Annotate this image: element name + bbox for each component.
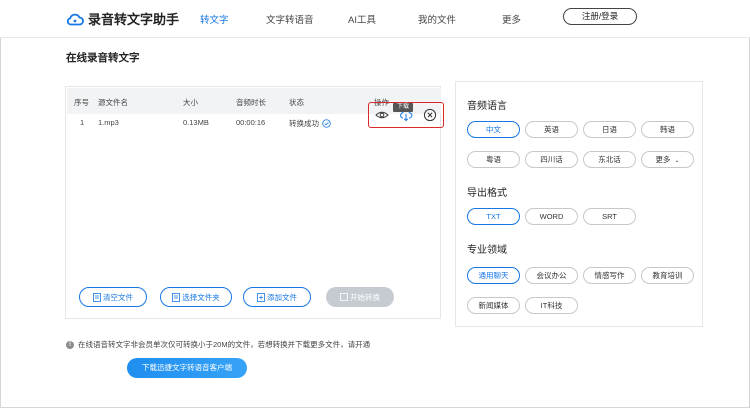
top-header: 录音转文字助手 转文字 文字转语音 AI工具 我的文件 更多 注册/登录	[0, 0, 750, 38]
format-chip-srt[interactable]: SRT	[583, 208, 636, 225]
choose-folder-button[interactable]: 选择文件夹	[160, 287, 232, 307]
page-title: 在线录音转文字	[66, 52, 140, 64]
col-filename: 源文件名	[98, 98, 128, 107]
login-button[interactable]: 注册/登录	[563, 8, 637, 25]
member-notice-text: 在线语音转文字非会员单次仅可转换小于20M的文件，若想转换并下载更多文件，请开通	[78, 340, 371, 349]
app-name: 录音转文字助手	[88, 12, 180, 27]
start-convert-label: 开始转换	[350, 292, 380, 302]
lang-chip-chinese[interactable]: 中文	[467, 121, 520, 138]
add-file-label: 添加文件	[267, 292, 297, 302]
row-status-text: 转换成功	[289, 119, 319, 128]
nav-my-files[interactable]: 我的文件	[418, 12, 456, 26]
domain-title: 专业领域	[467, 245, 507, 256]
lang-chip-sichuan[interactable]: 四川话	[525, 151, 578, 168]
chevron-down-icon: ⌄	[674, 158, 680, 164]
convert-icon	[340, 293, 348, 301]
format-chip-word[interactable]: WORD	[525, 208, 578, 225]
folder-icon	[172, 292, 181, 302]
close-circle-icon[interactable]	[423, 108, 437, 122]
file-list-panel: 序号 源文件名 大小 音频时长 状态 操作 1 1.mp3 0.13MB 00:…	[65, 86, 444, 319]
col-duration: 音频时长	[236, 98, 266, 107]
check-circle-icon	[322, 119, 331, 128]
lang-chip-english[interactable]: 英语	[525, 121, 578, 138]
domain-chip-writing[interactable]: 情感写作	[583, 267, 636, 284]
export-format-title: 导出格式	[467, 188, 507, 199]
row-filename: 1.mp3	[98, 118, 119, 127]
nav-ai-tools[interactable]: AI工具	[348, 12, 376, 26]
nav-convert-text[interactable]: 转文字	[200, 12, 229, 26]
add-file-icon	[257, 292, 265, 302]
col-status: 状态	[289, 98, 304, 107]
lang-chip-cantonese[interactable]: 粤语	[467, 151, 520, 168]
download-client-button[interactable]: 下载迅捷文字转语音客户端	[127, 358, 247, 378]
lang-more-label: 更多	[655, 155, 671, 164]
eye-icon[interactable]	[375, 108, 389, 122]
clear-file-icon	[93, 292, 101, 302]
row-status: 转换成功	[289, 118, 331, 129]
domain-chip-education[interactable]: 教育培训	[641, 267, 694, 284]
nav-more[interactable]: 更多	[502, 12, 521, 26]
row-size: 0.13MB	[183, 118, 209, 127]
start-convert-button[interactable]: 开始转换	[326, 287, 394, 307]
download-tooltip: 下载	[393, 103, 413, 112]
domain-chip-it[interactable]: IT科技	[525, 297, 578, 314]
lang-chip-dongbei[interactable]: 东北话	[583, 151, 636, 168]
col-size: 大小	[183, 98, 198, 107]
domain-chip-meeting[interactable]: 会议办公	[525, 267, 578, 284]
member-notice: ! 在线语音转文字非会员单次仅可转换小于20M的文件，若想转换并下载更多文件，请…	[66, 339, 370, 350]
col-index: 序号	[74, 98, 89, 107]
info-icon: !	[66, 340, 74, 349]
lang-chip-korean[interactable]: 韩语	[641, 121, 694, 138]
settings-panel: 音频语言 中文 英语 日语 韩语 粤语 四川话 东北话 更多 ⌄ 导出格式 TX…	[455, 81, 703, 327]
audio-language-title: 音频语言	[467, 101, 507, 112]
lang-chip-japanese[interactable]: 日语	[583, 121, 636, 138]
clear-files-label: 清空文件	[103, 292, 133, 302]
choose-folder-label: 选择文件夹	[182, 292, 220, 302]
domain-chip-chat[interactable]: 通用聊天	[467, 267, 520, 284]
row-duration: 00:00:16	[236, 118, 266, 127]
app-logo[interactable]: 录音转文字助手	[66, 9, 179, 28]
nav-text-to-speech[interactable]: 文字转语音	[266, 12, 314, 26]
add-file-button[interactable]: 添加文件	[243, 287, 311, 307]
clear-files-button[interactable]: 清空文件	[79, 287, 147, 307]
row-index: 1	[80, 118, 85, 127]
format-chip-txt[interactable]: TXT	[467, 208, 520, 225]
domain-chip-news[interactable]: 新闻媒体	[467, 297, 520, 314]
cloud-logo-icon	[66, 13, 84, 25]
lang-chip-more[interactable]: 更多 ⌄	[641, 151, 694, 168]
